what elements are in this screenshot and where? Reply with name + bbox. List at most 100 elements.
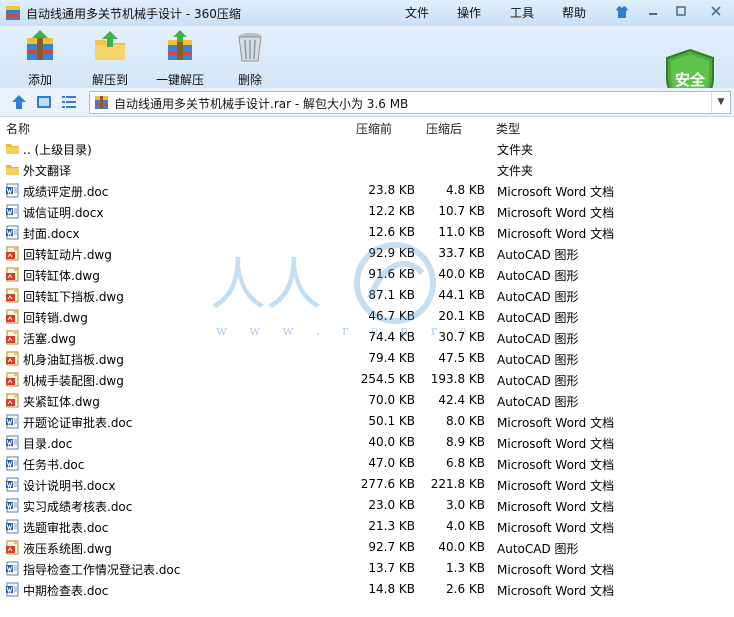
file-type: AutoCAD 图形 (497, 542, 579, 556)
file-row[interactable]: 设计说明书.docx 277.6 KB 221.8 KB Microsoft Word… (0, 474, 734, 495)
file-row[interactable]: 开题论证审批表.doc 50.1 KB 8.0 KB Microsoft Word 文… (0, 411, 734, 432)
file-row[interactable]: 目录.doc 40.0 KB 8.9 KB Microsoft Word 文档 (0, 432, 734, 453)
file-name: 机身油缸挡板.dwg (23, 353, 124, 367)
autocad-drawing-icon (5, 330, 20, 345)
security-label: 安全 (674, 71, 705, 89)
address-dropdown-button[interactable]: ▼ (711, 92, 730, 113)
file-name: 选题审批表.doc (23, 521, 109, 535)
file-row[interactable]: 回转缸体.dwg 91.6 KB 40.0 KB AutoCAD 图形 (0, 264, 734, 285)
app-icon (6, 6, 20, 20)
file-row[interactable]: 液压系统图.dwg 92.7 KB 40.0 KB AutoCAD 图形 (0, 537, 734, 558)
file-row[interactable]: 诚信证明.docx 12.2 KB 10.7 KB Microsoft Word 文档 (0, 201, 734, 222)
close-button[interactable] (705, 3, 727, 21)
menu-help[interactable]: 帮助 (562, 4, 586, 21)
word-document-icon (5, 477, 20, 492)
file-packed-size: 10.7 KB (438, 204, 485, 218)
file-size: 87.1 KB (368, 288, 415, 302)
extract-to-button[interactable]: 解压到 (88, 28, 132, 87)
minimize-button[interactable] (642, 3, 664, 21)
file-type: AutoCAD 图形 (497, 248, 579, 262)
file-row[interactable]: 封面.docx 12.6 KB 11.0 KB Microsoft Word 文档 (0, 222, 734, 243)
file-size: 12.6 KB (368, 225, 415, 239)
add-button[interactable]: 添加 (20, 28, 60, 87)
up-arrow-icon[interactable] (11, 94, 27, 110)
column-name[interactable]: 名称 (6, 120, 30, 137)
list-view-icon[interactable] (61, 94, 77, 110)
word-document-icon (5, 561, 20, 576)
address-bar: 自动线通用多关节机械手设计.rar - 解包大小为 3.6 MB ▼ (0, 88, 734, 117)
file-type: Microsoft Word 文档 (497, 437, 615, 451)
autocad-drawing-icon (5, 288, 20, 303)
file-packed-size: 20.1 KB (438, 309, 485, 323)
file-type: AutoCAD 图形 (497, 311, 579, 325)
file-size: 74.4 KB (368, 330, 415, 344)
maximize-button[interactable] (670, 3, 692, 21)
file-name: .. (上级目录) (23, 143, 92, 157)
file-type: Microsoft Word 文档 (497, 416, 615, 430)
file-name: 夹紧缸体.dwg (23, 395, 100, 409)
file-size: 21.3 KB (368, 519, 415, 533)
file-name: 诚信证明.docx (23, 206, 104, 220)
skin-icon[interactable] (611, 3, 633, 21)
word-document-icon (5, 183, 20, 198)
file-type: Microsoft Word 文档 (497, 584, 615, 598)
file-size: 92.7 KB (368, 540, 415, 554)
file-row[interactable]: 夹紧缸体.dwg 70.0 KB 42.4 KB AutoCAD 图形 (0, 390, 734, 411)
file-packed-size: 42.4 KB (438, 393, 485, 407)
column-packed[interactable]: 压缩后 (426, 120, 462, 137)
file-packed-size: 4.8 KB (446, 183, 485, 197)
add-label: 添加 (27, 73, 52, 87)
column-size[interactable]: 压缩前 (356, 120, 392, 137)
file-size: 50.1 KB (368, 414, 415, 428)
one-click-extract-button[interactable]: 一键解压 (154, 28, 206, 87)
file-type: Microsoft Word 文档 (497, 479, 615, 493)
file-type: 文件夹 (497, 143, 534, 157)
file-row[interactable]: 外文翻译 文件夹 (0, 159, 734, 180)
menu-file[interactable]: 文件 (405, 4, 429, 21)
file-size: 13.7 KB (368, 561, 415, 575)
file-name: 回转缸动片.dwg (23, 248, 112, 262)
file-type: Microsoft Word 文档 (497, 500, 615, 514)
file-name: 实习成绩考核表.doc (23, 500, 133, 514)
word-document-icon (5, 456, 20, 471)
delete-label: 删除 (237, 73, 262, 87)
address-field[interactable]: 自动线通用多关节机械手设计.rar - 解包大小为 3.6 MB ▼ (89, 91, 731, 114)
autocad-drawing-icon (5, 351, 20, 366)
file-row[interactable]: 机械手装配图.dwg 254.5 KB 193.8 KB AutoCAD 图形 (0, 369, 734, 390)
file-packed-size: 2.6 KB (446, 582, 485, 596)
file-row[interactable]: 机身油缸挡板.dwg 79.4 KB 47.5 KB AutoCAD 图形 (0, 348, 734, 369)
file-row[interactable]: 实习成绩考核表.doc 23.0 KB 3.0 KB Microsoft Word 文… (0, 495, 734, 516)
word-document-icon (5, 435, 20, 450)
delete-button[interactable]: 删除 (230, 28, 270, 87)
column-type[interactable]: 类型 (496, 120, 520, 137)
file-row[interactable]: 任务书.doc 47.0 KB 6.8 KB Microsoft Word 文档 (0, 453, 734, 474)
file-row[interactable]: 指导检查工作情况登记表.doc 13.7 KB 1.3 KB Microsoft Wo… (0, 558, 734, 579)
file-row[interactable]: 活塞.dwg 74.4 KB 30.7 KB AutoCAD 图形 (0, 327, 734, 348)
file-size: 92.9 KB (368, 246, 415, 260)
file-name: 液压系统图.dwg (23, 542, 112, 556)
file-size: 46.7 KB (368, 309, 415, 323)
file-row[interactable]: 选题审批表.doc 21.3 KB 4.0 KB Microsoft Word 文档 (0, 516, 734, 537)
file-row[interactable]: 回转缸动片.dwg 92.9 KB 33.7 KB AutoCAD 图形 (0, 243, 734, 264)
menu-operation[interactable]: 操作 (457, 4, 481, 21)
file-name: 指导检查工作情况登记表.doc (23, 563, 181, 577)
word-document-icon (5, 204, 20, 219)
file-row[interactable]: 成绩评定册.doc 23.8 KB 4.8 KB Microsoft Word 文档 (0, 180, 734, 201)
menu-tools[interactable]: 工具 (510, 4, 534, 21)
file-row[interactable]: 回转缸下挡板.dwg 87.1 KB 44.1 KB AutoCAD 图形 (0, 285, 734, 306)
file-row[interactable]: 中期检查表.doc 14.8 KB 2.6 KB Microsoft Word 文档 (0, 579, 734, 600)
autocad-drawing-icon (5, 246, 20, 261)
file-type: Microsoft Word 文档 (497, 521, 615, 535)
autocad-drawing-icon (5, 540, 20, 555)
word-document-icon (5, 519, 20, 534)
one-click-extract-icon (168, 30, 192, 60)
file-type: AutoCAD 图形 (497, 395, 579, 409)
file-packed-size: 40.0 KB (438, 267, 485, 281)
file-type: AutoCAD 图形 (497, 290, 579, 304)
autocad-drawing-icon (5, 267, 20, 282)
file-row[interactable]: 回转销.dwg 46.7 KB 20.1 KB AutoCAD 图形 (0, 306, 734, 327)
large-icons-view-icon[interactable] (36, 94, 52, 110)
file-row[interactable]: .. (上级目录) 文件夹 (0, 138, 734, 159)
file-type: Microsoft Word 文档 (497, 185, 615, 199)
file-type: 文件夹 (497, 164, 534, 178)
